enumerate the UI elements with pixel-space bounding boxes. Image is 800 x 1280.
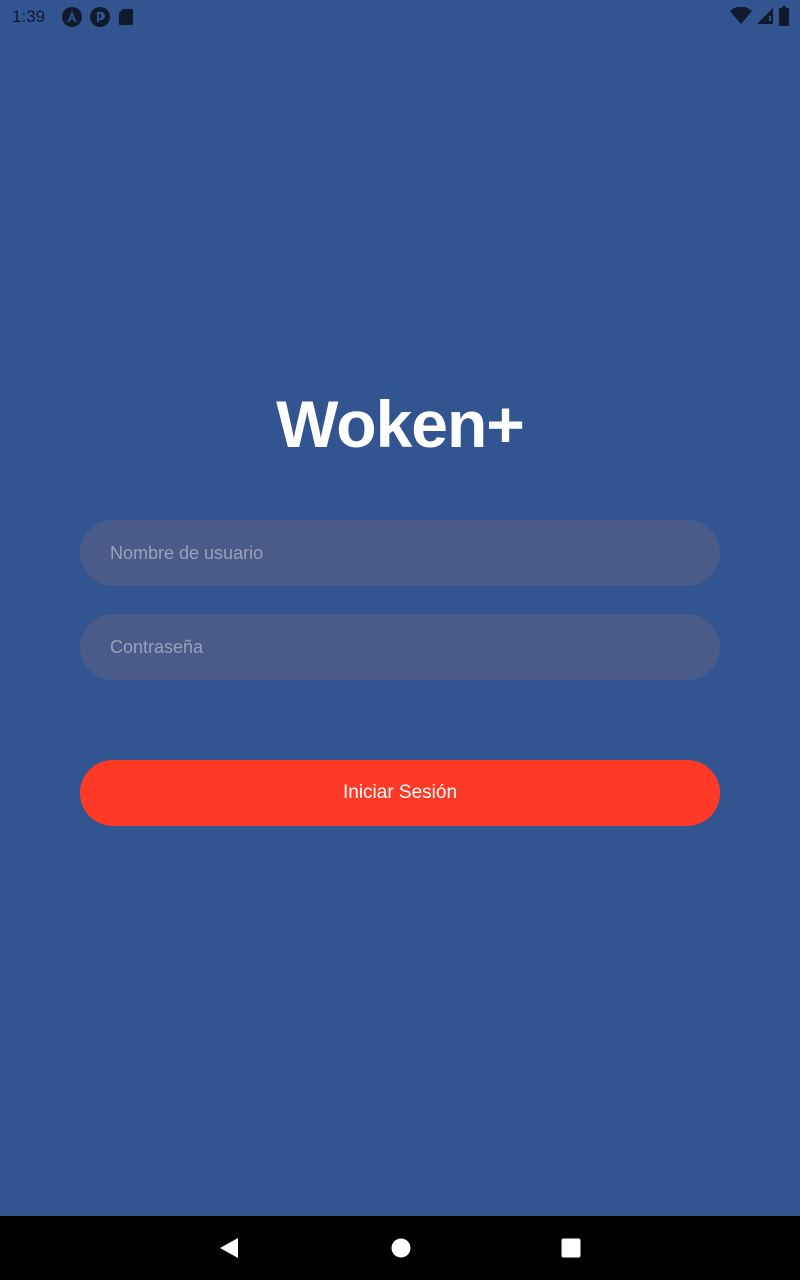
wifi-icon bbox=[730, 6, 752, 30]
status-bar: 1:39 bbox=[0, 0, 800, 34]
angular-notification-icon bbox=[62, 7, 82, 32]
notification-icons bbox=[62, 7, 134, 32]
home-icon[interactable] bbox=[391, 1238, 411, 1263]
login-screen: 1:39 Woken+ Nombre de usuario Iniciar Se… bbox=[0, 0, 800, 1280]
recents-icon[interactable] bbox=[561, 1238, 581, 1263]
password-input[interactable] bbox=[108, 635, 692, 659]
back-icon[interactable] bbox=[218, 1236, 240, 1265]
status-time: 1:39 bbox=[12, 7, 46, 26]
password-field[interactable] bbox=[80, 614, 720, 680]
username-input[interactable] bbox=[108, 541, 692, 565]
login-button[interactable]: Iniciar Sesión bbox=[80, 760, 720, 826]
login-button-label: Iniciar Sesión bbox=[342, 782, 458, 803]
app-notification-icon bbox=[90, 7, 110, 32]
battery-icon bbox=[778, 6, 790, 31]
cell-signal-icon bbox=[756, 7, 774, 30]
sd-card-icon bbox=[118, 8, 134, 31]
app-title: Woken+ bbox=[276, 387, 525, 461]
system-status-icons bbox=[730, 6, 790, 31]
navigation-bar bbox=[0, 1216, 800, 1280]
username-field[interactable] bbox=[80, 520, 720, 586]
